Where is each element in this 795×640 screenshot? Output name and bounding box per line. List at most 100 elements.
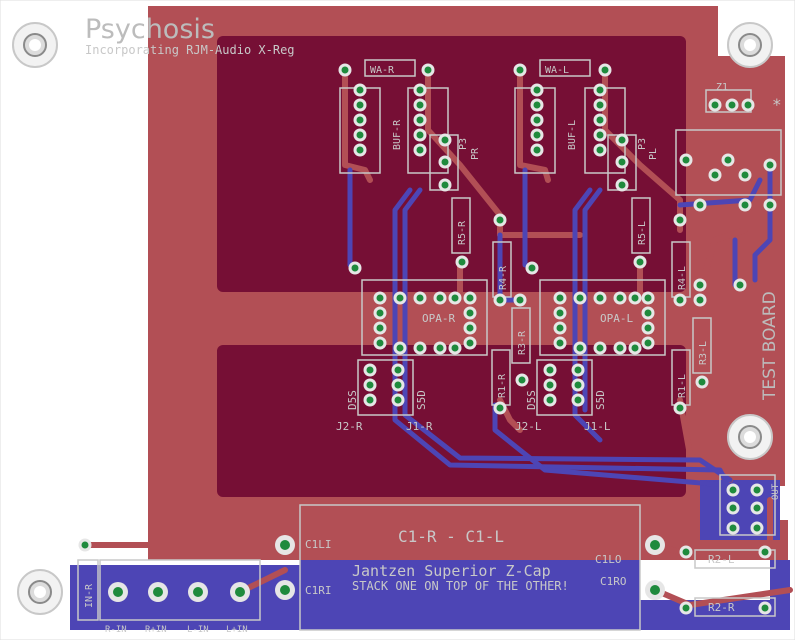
pad-drill xyxy=(341,66,349,74)
pad-drill xyxy=(761,548,769,556)
pad-drill xyxy=(113,587,123,597)
label-r3-r: R3-R xyxy=(517,330,528,355)
pad-drill xyxy=(394,381,402,389)
pad-drill xyxy=(546,366,554,374)
pad-drill xyxy=(376,294,384,302)
pad-drill xyxy=(753,486,761,494)
pad-drill xyxy=(416,146,424,154)
pad-drill xyxy=(596,101,604,109)
pad-drill xyxy=(394,396,402,404)
pad-drill xyxy=(516,296,524,304)
side-label: TEST BOARD xyxy=(760,291,780,401)
pad-drill xyxy=(618,158,626,166)
pad-drill xyxy=(596,344,604,352)
pad-drill xyxy=(616,344,624,352)
label-r5-r: R5-R xyxy=(457,220,468,245)
mounting-hole-mid-right xyxy=(727,414,773,460)
pad-drill xyxy=(556,309,564,317)
pad-drill xyxy=(424,66,432,74)
pad-drill xyxy=(351,264,359,272)
pad-drill xyxy=(533,86,541,94)
pad-drill xyxy=(676,404,684,412)
pad-drill xyxy=(631,344,639,352)
pad-drill xyxy=(533,116,541,124)
label-pr: PR xyxy=(470,147,481,160)
capacitor-note: STACK ONE ON TOP OF THE OTHER! xyxy=(352,579,569,593)
pad-drill xyxy=(761,604,769,612)
pad-drill xyxy=(496,216,504,224)
label-r1-l: R1-L xyxy=(677,374,688,398)
pad-drill xyxy=(601,66,609,74)
pad-drill xyxy=(650,585,660,595)
label-r2-r: R2-R xyxy=(708,601,735,614)
label-d5s-r: D5S xyxy=(346,390,359,410)
label-r2-l: R2-L xyxy=(708,553,735,566)
pad-drill xyxy=(556,324,564,332)
pad-drill xyxy=(81,541,89,549)
label-in-r: IN-R xyxy=(84,583,95,608)
label-j2-r: J2-R xyxy=(336,420,363,433)
pad-drill xyxy=(682,156,690,164)
pad-drill xyxy=(711,171,719,179)
label-s5d-l: S5D xyxy=(594,390,607,410)
label-opa-r: OPA-R xyxy=(422,312,455,325)
pad-drill xyxy=(728,101,736,109)
board-subtitle: Incorporating RJM-Audio X-Reg xyxy=(85,43,295,57)
pad-drill xyxy=(596,86,604,94)
mounting-hole-bottom-left xyxy=(17,569,63,615)
pad-drill xyxy=(766,201,774,209)
mounting-hole-top-right xyxy=(727,22,773,68)
label-pl: PL xyxy=(648,148,659,160)
label-opa-l: OPA-L xyxy=(600,312,633,325)
pad-drill xyxy=(596,131,604,139)
label-c1li: C1LI xyxy=(305,538,332,551)
label-c1ro: C1RO xyxy=(600,575,627,588)
pad-drill xyxy=(416,86,424,94)
pad-drill xyxy=(416,294,424,302)
pad-drill xyxy=(618,181,626,189)
label-l-plus-in: L+IN xyxy=(226,625,248,635)
pad-drill xyxy=(441,158,449,166)
pad-drill xyxy=(235,587,245,597)
label-r4-r: R4-R xyxy=(498,265,509,290)
pad-drill xyxy=(466,339,474,347)
label-z1: Z1 xyxy=(716,82,728,93)
pad-drill xyxy=(546,396,554,404)
pad-drill xyxy=(682,548,690,556)
pad-drill xyxy=(356,146,364,154)
board-title: Psychosis xyxy=(85,14,215,45)
pad-drill xyxy=(416,131,424,139)
pad-drill xyxy=(396,344,404,352)
label-c1lo: C1LO xyxy=(595,553,622,566)
label-mark: * xyxy=(772,95,782,114)
pad-drill xyxy=(556,294,564,302)
pad-drill xyxy=(596,116,604,124)
label-j2-l: J2-L xyxy=(515,420,542,433)
pad-drill xyxy=(356,116,364,124)
pad-drill xyxy=(631,294,639,302)
pad-drill xyxy=(366,381,374,389)
pad-drill xyxy=(644,309,652,317)
label-s5d-r: S5D xyxy=(415,390,428,410)
label-r3-l: R3-L xyxy=(698,341,709,365)
label-p3-l: P3 xyxy=(637,138,648,150)
pad-drill xyxy=(516,66,524,74)
pad-drill xyxy=(741,171,749,179)
pad-drill xyxy=(698,378,706,386)
pad-drill xyxy=(696,281,704,289)
pad-drill xyxy=(451,344,459,352)
pad-drill xyxy=(616,294,624,302)
pad-drill xyxy=(676,296,684,304)
pad-drill xyxy=(496,404,504,412)
pad-drill xyxy=(436,294,444,302)
pad-drill xyxy=(376,324,384,332)
pad-drill xyxy=(676,216,684,224)
pad-drill xyxy=(546,381,554,389)
pad-drill xyxy=(753,524,761,532)
pad-drill xyxy=(533,146,541,154)
pad-drill xyxy=(376,339,384,347)
pad-drill xyxy=(451,294,459,302)
pad-drill xyxy=(376,309,384,317)
label-r4-l: R4-L xyxy=(677,266,688,290)
label-buf-l: BUF-L xyxy=(567,120,578,150)
